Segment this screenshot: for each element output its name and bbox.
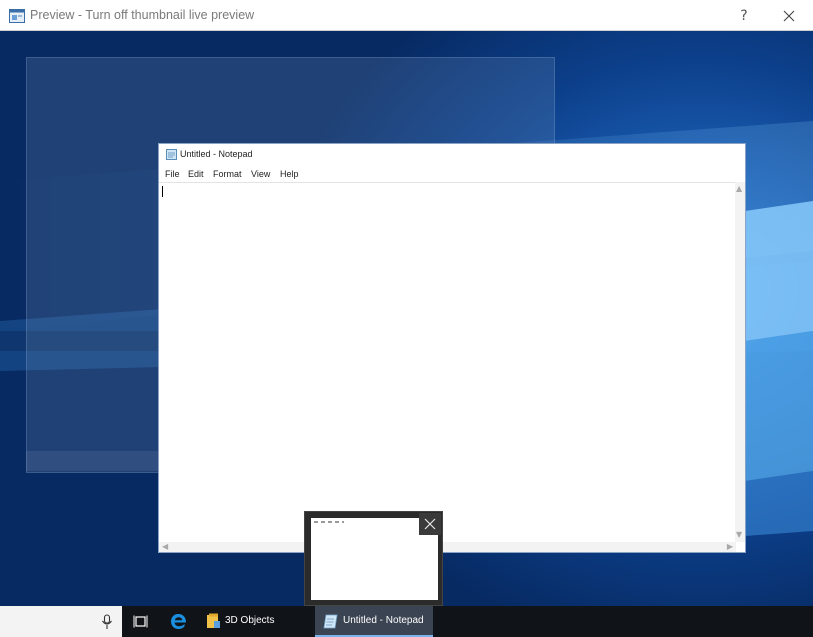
notepad-text-area[interactable] — [159, 182, 736, 543]
folder-icon — [207, 613, 220, 628]
scroll-left-icon[interactable]: ◀ — [162, 543, 168, 551]
taskbar-thumbnail-popup[interactable] — [304, 511, 443, 606]
thumbnail-mini-menu — [314, 521, 344, 523]
menu-file[interactable]: File — [165, 169, 180, 179]
preview-titlebar: Preview - Turn off thumbnail live previe… — [0, 0, 813, 31]
notepad-titlebar: Untitled - Notepad — [159, 144, 745, 166]
close-icon[interactable] — [419, 513, 441, 535]
scroll-up-icon[interactable]: ▲ — [736, 185, 742, 193]
notepad-icon — [166, 149, 177, 160]
taskbar-label-3d-objects: 3D Objects — [225, 615, 275, 626]
help-button[interactable]: ? — [733, 6, 755, 26]
vertical-scrollbar[interactable]: ▲ ▼ — [735, 182, 745, 542]
task-view-icon — [133, 615, 148, 628]
edge-icon — [171, 614, 187, 629]
notepad-title: Untitled - Notepad — [180, 149, 253, 159]
taskbar-button-3d-objects[interactable]: 3D Objects — [198, 606, 312, 637]
preview-app-icon — [9, 9, 25, 23]
menu-format[interactable]: Format — [213, 169, 242, 179]
desktop-background: Untitled - Notepad File Edit Format View… — [0, 31, 813, 606]
task-view-button[interactable] — [124, 606, 157, 637]
scroll-right-icon[interactable]: ▶ — [727, 543, 733, 551]
horizontal-scrollbar[interactable]: ◀ ▶ — [159, 542, 736, 552]
taskbar-button-notepad[interactable]: Untitled - Notepad — [315, 606, 433, 637]
taskbar-search-box[interactable] — [0, 606, 122, 637]
text-caret — [162, 186, 163, 197]
taskbar-label-notepad: Untitled - Notepad — [343, 615, 424, 626]
microphone-icon[interactable] — [101, 614, 113, 630]
notepad-menubar: File Edit Format View Help — [159, 166, 745, 182]
menu-help[interactable]: Help — [280, 169, 299, 179]
edge-button[interactable] — [162, 606, 195, 637]
scroll-down-icon[interactable]: ▼ — [736, 531, 742, 539]
taskbar: 3D Objects Untitled - Notepad — [0, 606, 813, 637]
menu-view[interactable]: View — [251, 169, 270, 179]
close-icon[interactable] — [778, 5, 800, 27]
notepad-window[interactable]: Untitled - Notepad File Edit Format View… — [158, 143, 746, 553]
window-title: Preview - Turn off thumbnail live previe… — [30, 8, 255, 22]
menu-edit[interactable]: Edit — [188, 169, 204, 179]
notepad-icon — [323, 614, 338, 629]
